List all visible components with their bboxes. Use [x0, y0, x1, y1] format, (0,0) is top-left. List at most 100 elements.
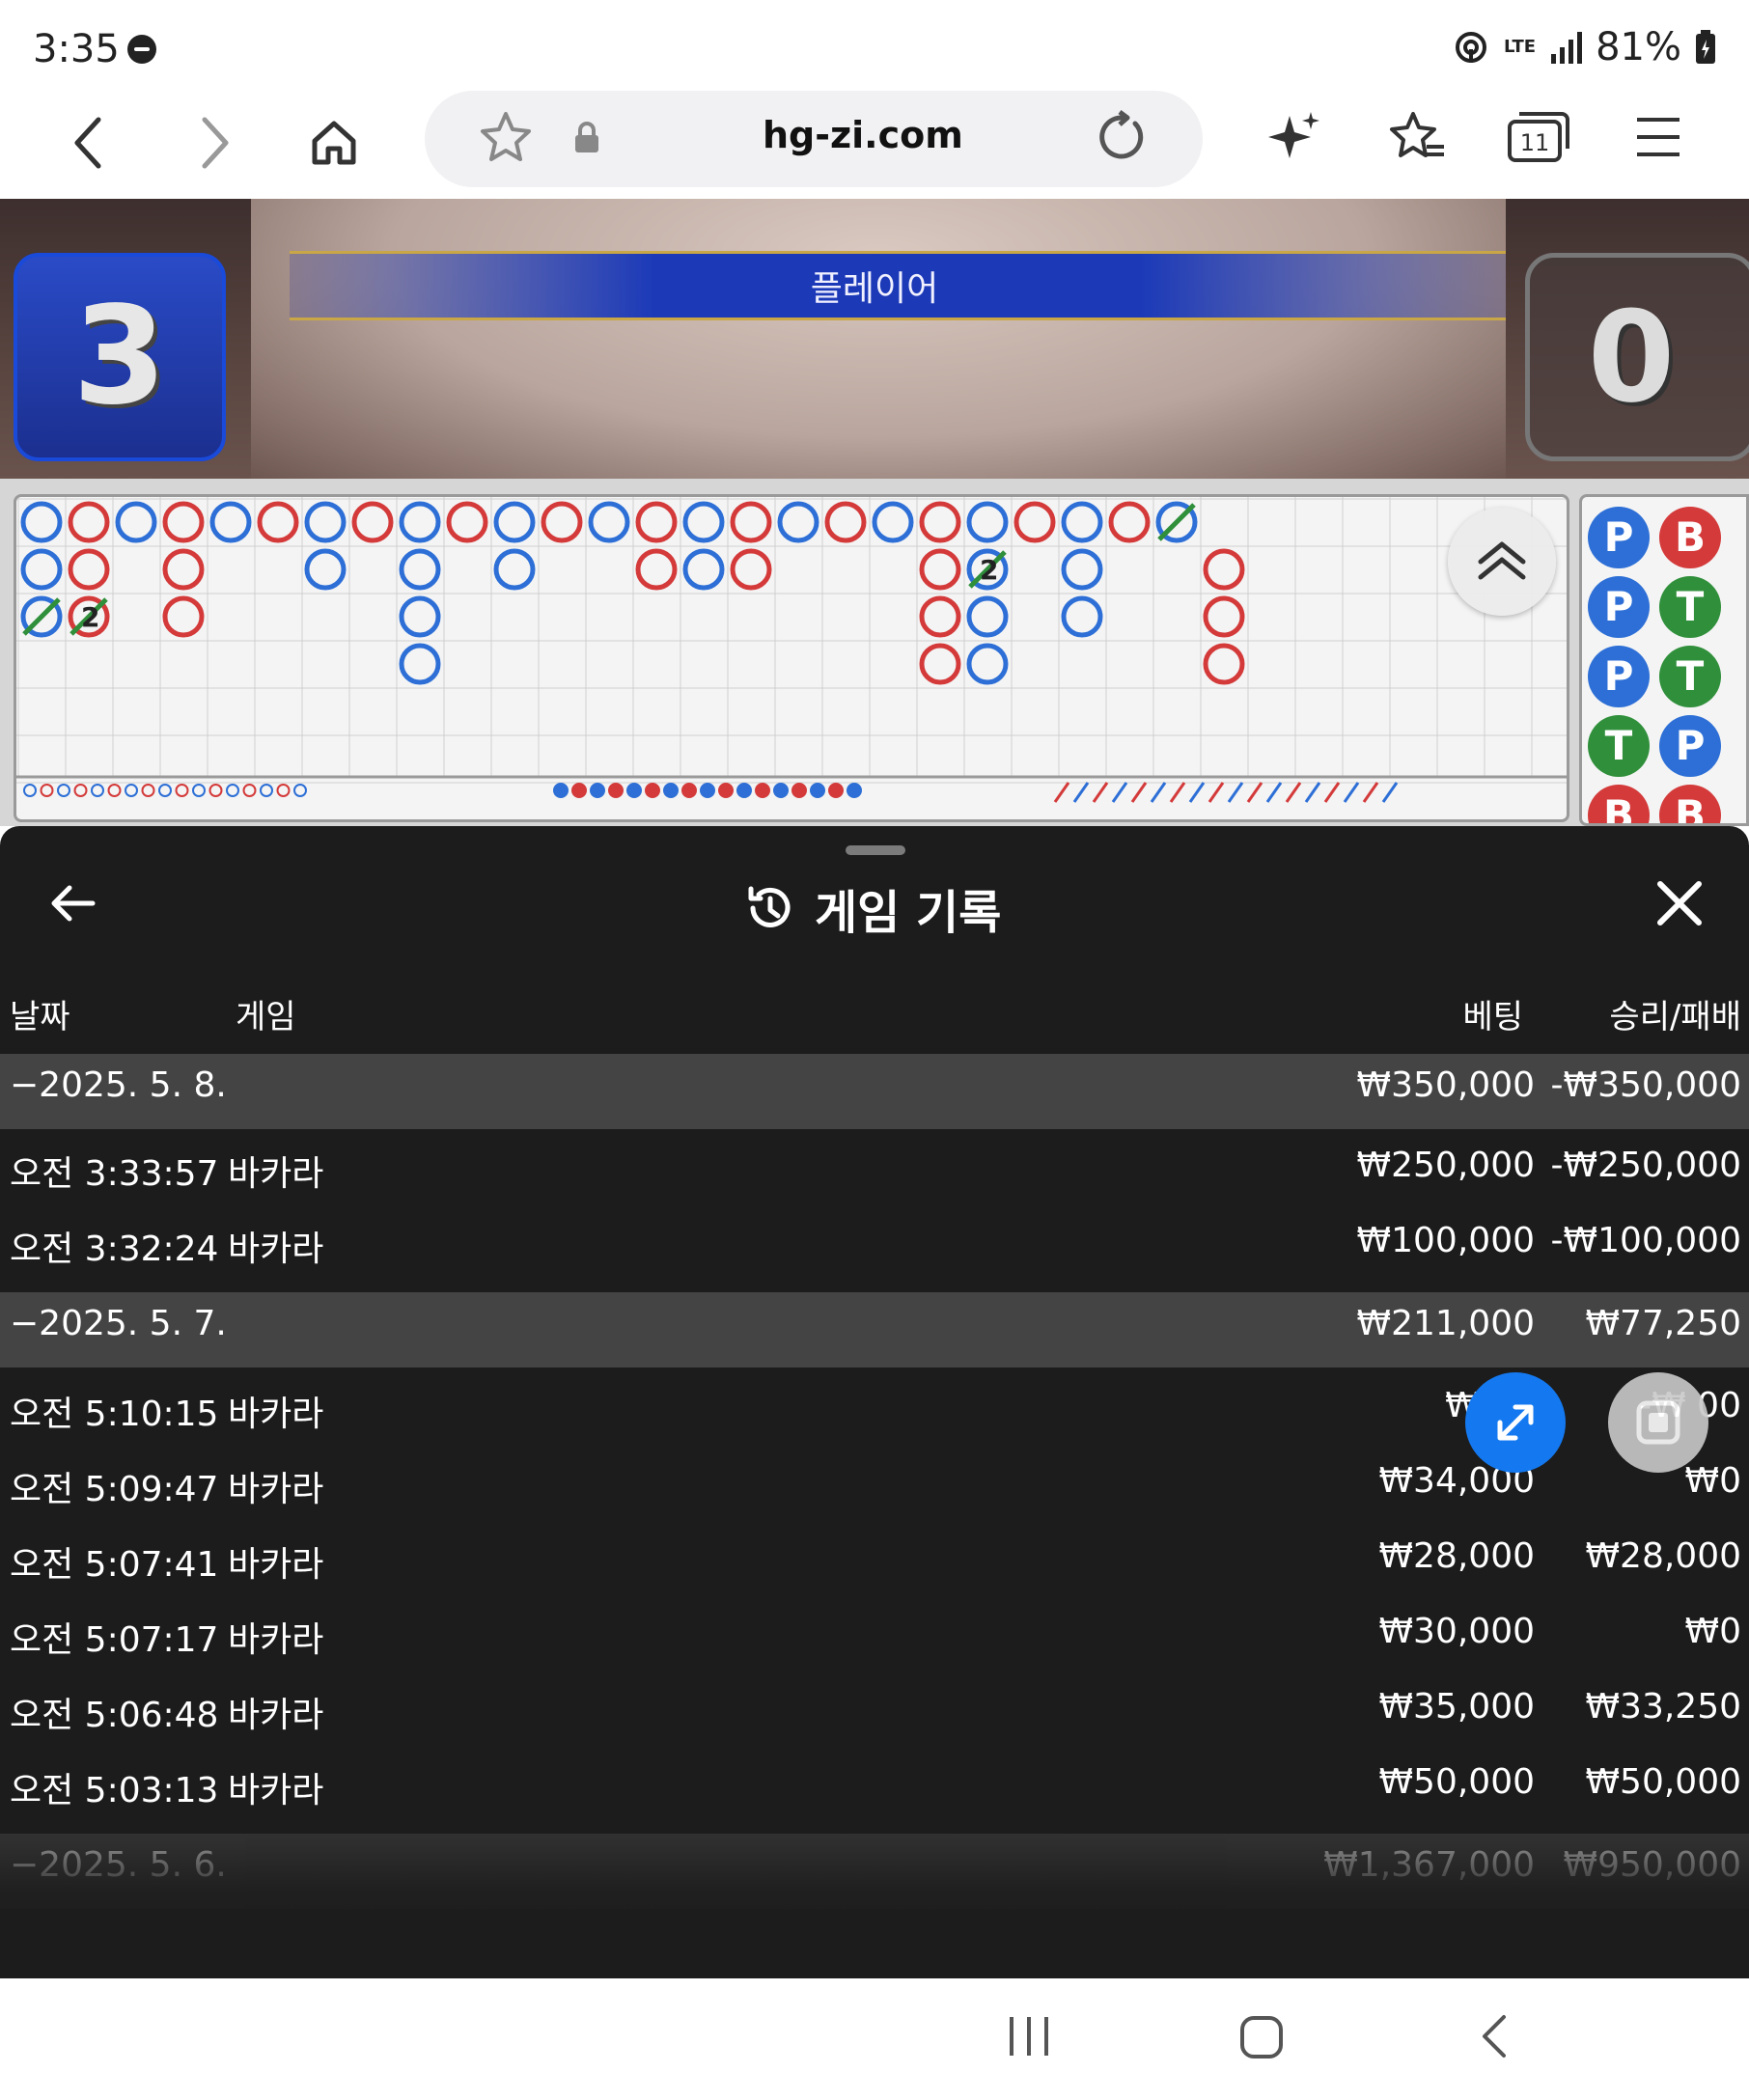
cockroach-mark: [1188, 782, 1206, 803]
cockroach-mark: [1381, 782, 1399, 803]
small-eye-mark: [626, 783, 642, 798]
bead-p: P: [1588, 646, 1650, 707]
hotspot-icon: [1456, 32, 1487, 63]
cockroach-mark: [1150, 782, 1167, 803]
road-mark: [966, 595, 1009, 638]
battery-icon: [1696, 30, 1715, 64]
road-mark: [635, 548, 678, 591]
column-header-game: 게임: [236, 998, 296, 1036]
status-indicators: LTE 81%: [1452, 25, 1716, 69]
recent-apps-icon[interactable]: [1006, 2013, 1054, 2063]
road-mark: [919, 643, 961, 685]
lock-icon: [573, 122, 600, 158]
home-icon[interactable]: [299, 108, 369, 178]
tab-count: 11: [1520, 129, 1550, 156]
sheet-drag-handle[interactable]: [846, 845, 905, 855]
road-mark: [1203, 548, 1245, 591]
star-list-icon[interactable]: [1386, 108, 1448, 170]
small-road-mark: [40, 784, 54, 797]
big-road: 22: [14, 494, 1569, 822]
small-road-mark: [73, 784, 88, 797]
close-icon[interactable]: [1651, 874, 1708, 932]
small-eye-mark: [736, 783, 752, 798]
road-mark: [68, 501, 110, 543]
small-road-mark: [125, 784, 138, 797]
video-background: [251, 199, 1506, 479]
small-road-mark: [158, 784, 172, 797]
small-eye-mark: [718, 783, 734, 798]
live-video: [0, 199, 1749, 479]
road-mark: [635, 501, 678, 543]
road-mark: [1061, 501, 1103, 543]
small-road-mark: [141, 784, 155, 797]
scroll-up-button[interactable]: [1448, 508, 1556, 616]
road-mark: [730, 548, 772, 591]
road-mark: [304, 501, 347, 543]
bead-b: B: [1659, 507, 1721, 568]
list-fade: [0, 1834, 1749, 1978]
small-eye-mark: [773, 783, 789, 798]
expand-button[interactable]: [1465, 1372, 1566, 1473]
bead-p: P: [1659, 715, 1721, 777]
pip-button[interactable]: [1608, 1372, 1708, 1473]
road-mark: [966, 643, 1009, 685]
home-nav-icon[interactable]: [1239, 2015, 1284, 2063]
small-road-mark: [192, 784, 206, 797]
cockroach-mark: [1130, 782, 1148, 803]
back-nav-icon[interactable]: [1477, 2013, 1512, 2063]
road-mark: [399, 643, 441, 685]
status-time: 3:35: [33, 27, 120, 71]
battery-percent: 81%: [1596, 25, 1681, 69]
small-road-mark: [226, 784, 239, 797]
road-mark: [1203, 643, 1245, 685]
cockroach-mark: [1362, 782, 1379, 803]
arrow-left-icon[interactable]: [54, 108, 124, 178]
signal-icon: [1551, 32, 1583, 64]
arrow-left-icon[interactable]: [44, 874, 102, 932]
do-not-disturb-icon: [127, 35, 156, 64]
banker-score: 0: [1587, 284, 1676, 430]
road-mark: [115, 501, 157, 543]
road-mark: [493, 501, 536, 543]
cockroach-mark: [1072, 782, 1090, 803]
road-mark: [1061, 595, 1103, 638]
player-score: 3: [72, 278, 167, 435]
road-mark: [20, 548, 63, 591]
hamburger-icon[interactable]: [1635, 114, 1681, 164]
url-text[interactable]: hg-zi.com: [763, 114, 963, 156]
cockroach-mark: [1092, 782, 1109, 803]
small-eye-mark: [847, 783, 862, 798]
small-road-mark: [208, 784, 223, 797]
bead-b: B: [1659, 785, 1721, 823]
road-mark: [1108, 501, 1151, 543]
road-mark: [304, 548, 347, 591]
road-mark: [1013, 501, 1056, 543]
cockroach-mark: [1053, 782, 1070, 803]
road-mark: [399, 595, 441, 638]
cockroach-mark: [1169, 782, 1186, 803]
road-mark: [399, 548, 441, 591]
small-eye-mark: [681, 783, 697, 798]
reload-icon[interactable]: [1095, 110, 1149, 168]
bead-t: T: [1659, 576, 1721, 638]
column-header-win-loss: 승리/패배: [1609, 998, 1741, 1036]
road-mark: [162, 595, 205, 638]
small-eye-mark: [828, 783, 844, 798]
history-icon: [748, 886, 791, 927]
road-mark: [399, 501, 441, 543]
small-road-mark: [293, 784, 307, 797]
sheet-title: 게임 기록: [743, 874, 1001, 942]
expand-icon: [1497, 1404, 1534, 1441]
small-road-mark: [107, 784, 122, 797]
tie-count: 2: [980, 554, 998, 586]
small-eye-mark: [700, 783, 715, 798]
road-mark: [20, 501, 63, 543]
star-icon[interactable]: [477, 108, 535, 170]
small-road-mark: [242, 784, 257, 797]
small-eye-mark: [645, 783, 660, 798]
cockroach-mark: [1323, 782, 1341, 803]
sparkle-icon[interactable]: [1266, 108, 1324, 170]
sheet-title-text: 게임 기록: [815, 886, 1002, 940]
arrow-right-icon[interactable]: [180, 108, 249, 178]
tabs-icon[interactable]: 11: [1506, 110, 1571, 168]
